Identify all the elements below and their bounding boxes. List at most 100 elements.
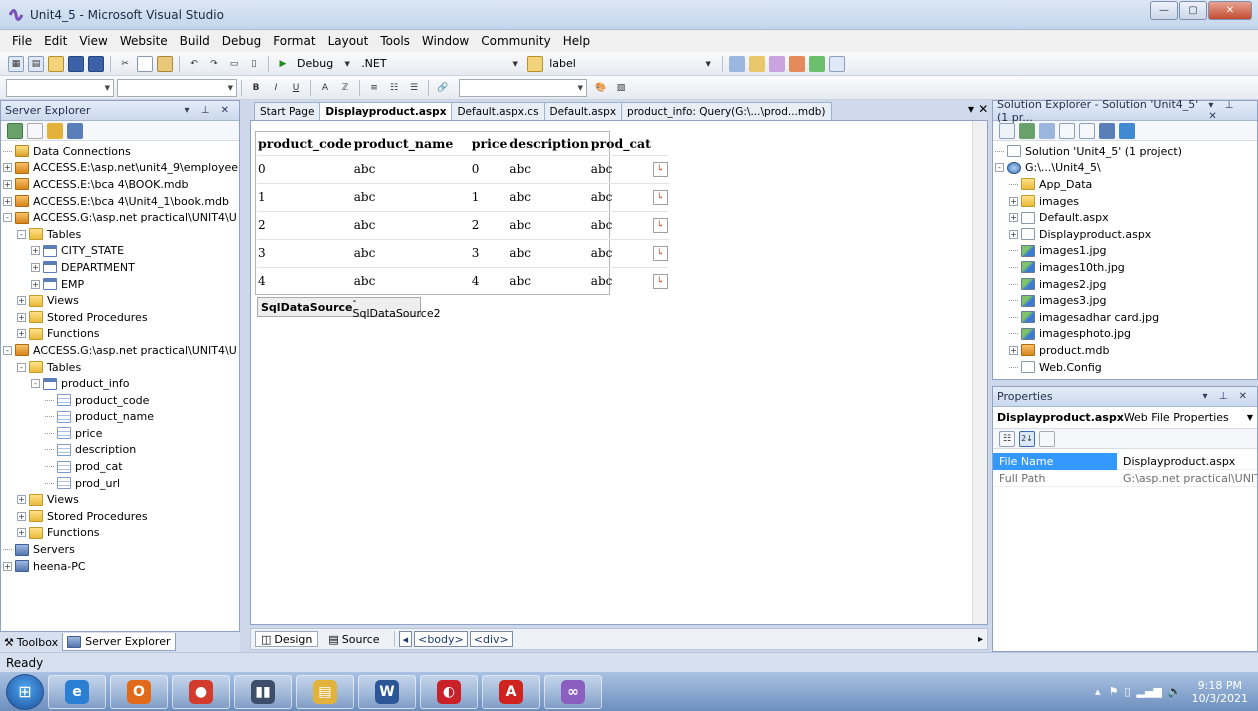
tree-item[interactable]: + Stored Procedures — [3, 508, 239, 525]
expand-icon[interactable]: + — [17, 528, 26, 538]
chevron-down-icon[interactable]: ▼ — [700, 56, 716, 72]
find-combo[interactable]: label — [549, 57, 694, 70]
copy-icon[interactable] — [137, 55, 153, 72]
layer-icon[interactable]: ▧ — [613, 80, 629, 96]
tree-item[interactable]: description — [3, 442, 239, 459]
tree-item[interactable]: App_Data — [995, 176, 1257, 193]
tree-item[interactable]: product_name — [3, 409, 239, 426]
tree-item[interactable]: + Default.aspx — [995, 209, 1257, 226]
tree-item[interactable]: + Displayproduct.aspx — [995, 226, 1257, 243]
categorized-icon[interactable]: ☷ — [999, 430, 1015, 447]
tree-item[interactable]: - Tables — [3, 226, 239, 243]
other-windows-icon[interactable] — [829, 55, 846, 72]
tree-item[interactable]: Solution 'Unit4_5' (1 project) — [995, 143, 1257, 160]
toolbox-icon[interactable] — [789, 55, 806, 72]
underline-icon[interactable]: U — [288, 80, 304, 96]
expand-icon[interactable]: + — [3, 179, 12, 189]
sqldatasource-control[interactable]: SqlDataSource - SqlDataSource2 — [257, 294, 441, 320]
tree-item[interactable]: + product.mdb — [995, 342, 1257, 359]
copy-website-icon[interactable] — [1099, 122, 1115, 139]
property-pages-icon[interactable] — [1039, 430, 1055, 447]
paste-icon[interactable] — [157, 55, 173, 72]
close-document-icon[interactable]: ▾ ✕ — [968, 102, 988, 116]
tree-item[interactable]: - G:\...\Unit4_5\ — [995, 160, 1257, 177]
doc-tab[interactable]: Displayproduct.aspx — [319, 102, 453, 120]
tree-item[interactable]: Data Connections — [3, 143, 239, 160]
save-icon[interactable] — [68, 55, 84, 72]
highlight-icon[interactable]: ℤ — [337, 80, 353, 96]
taskbar-app[interactable]: e — [48, 674, 106, 709]
menu-website[interactable]: Website — [114, 34, 174, 48]
doc-tab[interactable]: Start Page — [254, 102, 321, 120]
tray-expand-icon[interactable]: ▴ — [1095, 685, 1101, 698]
properties-window-icon[interactable] — [749, 55, 766, 72]
italic-icon[interactable]: I — [268, 80, 284, 96]
panel-controls[interactable]: ▾ ⊥ ✕ — [1203, 391, 1257, 402]
tree-item[interactable]: + Views — [3, 491, 239, 508]
configuration-label[interactable]: Debug — [297, 57, 333, 70]
nest-files-icon[interactable] — [1039, 122, 1055, 139]
tag-div[interactable]: <div> — [469, 631, 513, 647]
expand-icon[interactable]: + — [1009, 229, 1018, 239]
tree-item[interactable]: Servers — [3, 541, 239, 558]
minimize-button[interactable]: — — [1150, 1, 1178, 20]
tree-item[interactable]: imagesphoto.jpg — [995, 326, 1257, 343]
tree-item[interactable]: + EMP — [3, 276, 239, 293]
expand-icon[interactable]: + — [17, 329, 26, 339]
expand-icon[interactable]: + — [31, 246, 40, 256]
object-browser-icon[interactable] — [769, 55, 786, 72]
tree-item[interactable]: - ACCESS.G:\asp.net practical\UNIT4\U — [3, 342, 239, 359]
tree-item[interactable]: price — [3, 425, 239, 442]
property-row[interactable]: File Name Displayproduct.aspx — [993, 452, 1257, 470]
smart-tag-icon[interactable]: ↳ — [652, 245, 668, 261]
hyperlink-icon[interactable]: 🔗 — [435, 80, 451, 96]
expand-icon[interactable]: + — [3, 561, 12, 571]
expand-icon[interactable]: + — [17, 511, 26, 521]
expand-icon[interactable]: + — [17, 495, 26, 505]
save-all-icon[interactable] — [88, 55, 104, 72]
menu-view[interactable]: View — [73, 34, 113, 48]
network-icon[interactable]: ▂▄▆ — [1137, 685, 1162, 698]
smart-tag-icon[interactable]: ↳ — [652, 273, 668, 289]
menu-build[interactable]: Build — [174, 34, 216, 48]
alphabetical-icon[interactable]: 2↓ — [1019, 430, 1035, 447]
expand-icon[interactable]: + — [31, 279, 40, 289]
bold-icon[interactable]: B — [248, 80, 264, 96]
redo-icon[interactable]: ↷ — [206, 56, 222, 72]
taskbar-app[interactable]: ● — [172, 674, 230, 709]
menu-format[interactable]: Format — [267, 34, 321, 48]
taskbar-app[interactable]: A — [482, 674, 540, 709]
nav-forward-icon[interactable]: ▯ — [246, 56, 262, 72]
doc-tab[interactable]: product_info: Query(G:\...\prod...mdb) — [621, 102, 832, 120]
style-combo[interactable]: ▼ — [6, 78, 114, 97]
tree-item[interactable]: + Stored Procedures — [3, 309, 239, 326]
font-combo[interactable]: ▼ — [117, 78, 237, 97]
panel-controls[interactable]: ▾ ⊥ ✕ — [185, 105, 239, 116]
toolbox-tab[interactable]: ⚒ Toolbox — [0, 633, 62, 651]
panel-controls[interactable]: ▾ ⊥ ✕ — [1208, 100, 1257, 122]
expand-icon[interactable]: + — [1009, 213, 1018, 223]
tree-item[interactable]: - ACCESS.G:\asp.net practical\UNIT4\U — [3, 209, 239, 226]
chevron-down-icon[interactable]: ▼ — [507, 56, 523, 72]
taskbar-app[interactable]: ∞ — [544, 674, 602, 709]
object-selector[interactable]: Displayproduct.aspx Web File Properties … — [993, 407, 1257, 429]
undo-icon[interactable]: ↶ — [186, 56, 202, 72]
stop-refresh-icon[interactable] — [27, 122, 43, 139]
gridview-control[interactable]: product_code product_name price description… — [257, 133, 669, 295]
expand-icon[interactable]: + — [3, 163, 12, 173]
tree-item[interactable]: + DEPARTMENT — [3, 259, 239, 276]
collapse-icon[interactable]: - — [31, 379, 40, 389]
menu-tools[interactable]: Tools — [374, 34, 416, 48]
tree-item[interactable]: + Functions — [3, 525, 239, 542]
tree-item[interactable]: + ACCESS.E:\asp.net\unit4_9\employee. — [3, 160, 239, 177]
open-icon[interactable] — [48, 55, 64, 72]
expand-icon[interactable]: + — [3, 196, 12, 206]
tree-item[interactable]: + Functions — [3, 326, 239, 343]
block-format-combo[interactable]: ▼ — [459, 78, 587, 97]
maximize-button[interactable]: ▢ — [1179, 1, 1207, 20]
expand-icon[interactable]: + — [1009, 345, 1018, 355]
numbered-list-icon[interactable]: ☷ — [386, 80, 402, 96]
collapse-icon[interactable]: - — [17, 362, 26, 372]
fore-color-icon[interactable]: A — [317, 80, 333, 96]
tree-item[interactable]: images10th.jpg — [995, 259, 1257, 276]
